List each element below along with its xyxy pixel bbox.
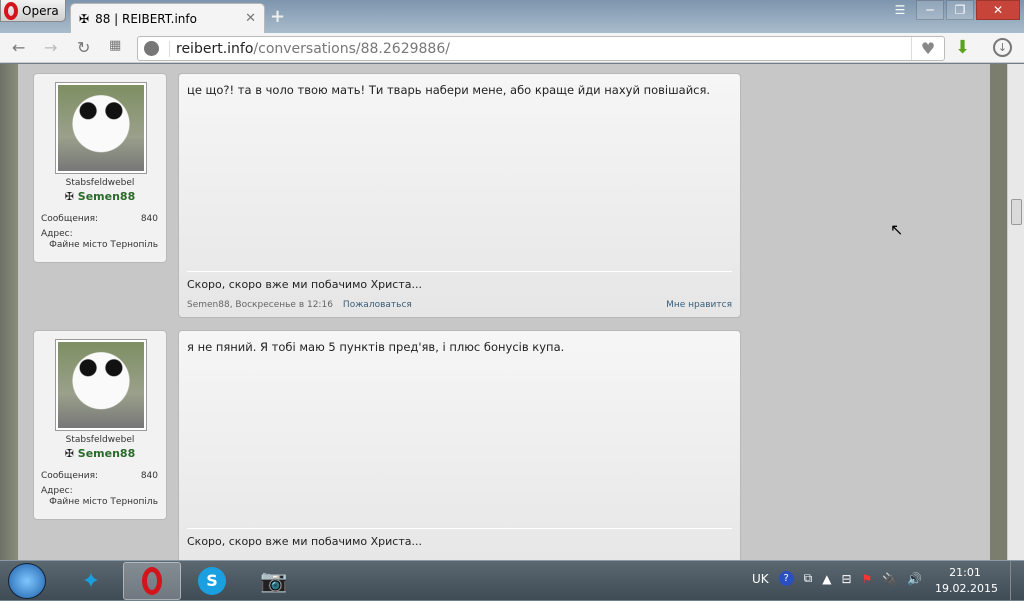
help-icon[interactable]: ? [778,571,794,586]
opera-taskbar-icon[interactable] [123,562,181,600]
download-arrow-icon[interactable]: ⬇ [955,37,970,58]
clock[interactable]: 21:01 19.02.2015 [935,565,998,597]
user-info: Stabsfeldwebel ✠ Semen88 Сообщения: 840 А… [33,73,167,263]
back-button[interactable]: ← [12,38,25,57]
network-icon[interactable]: ⊟ [841,572,851,586]
address-label: Адрес: [41,229,73,239]
taskbar: ✦ S 📷 UK ? ⧉ ▲ ⊟ ⚑ 🔌 🔊 21:01 19.02.2015 [0,560,1024,601]
speed-dial-button[interactable]: ▦ [109,38,121,53]
scrollbar[interactable] [1007,64,1024,560]
minimize-button[interactable]: ─ [916,0,944,20]
action-center-flag-icon[interactable]: ⚑ [862,572,873,586]
telenor-app-icon[interactable]: ✦ [62,562,120,600]
start-button[interactable] [8,563,46,599]
toolbar: ← → ↻ ▦ reibert.info/conversations/88.26… [0,33,1024,63]
user-title: Stabsfeldwebel [65,435,135,445]
like-link[interactable]: Мне нравится [666,300,732,310]
message: це що?! та в чоло твою мать! Ти тварь на… [178,73,741,318]
tab-menu-button[interactable]: ☰ [886,0,914,20]
clock-date: 19.02.2015 [935,582,998,595]
username: Semen88 [77,447,136,460]
show-desktop-button[interactable] [1010,561,1024,601]
address-value: Файне місто Тернопіль [49,240,158,250]
url-host: reibert.info [169,40,253,57]
iron-cross-icon: ✠ [64,447,78,460]
message-text: це що?! та в чоло твою мать! Ти тварь на… [187,83,711,97]
messages-count: 840 [140,471,158,481]
username-link[interactable]: ✠ Semen88 [34,447,166,460]
messages-label: Сообщения: [41,214,99,224]
camera-app-icon[interactable]: 📷 [245,562,303,600]
messages-count: 840 [140,214,158,224]
avatar[interactable] [55,339,147,431]
opera-menu-label: Opera [22,3,59,18]
clock-time: 21:01 [949,566,981,579]
username-link[interactable]: ✠ Semen88 [34,190,166,203]
close-window-button[interactable]: ✕ [976,0,1020,20]
page-content: Stabsfeldwebel ✠ Semen88 Сообщения: 840 А… [0,64,1007,575]
show-hidden-icons[interactable]: ▲ [822,572,831,586]
scrollbar-thumb[interactable] [1011,199,1022,225]
address-value: Файне місто Тернопіль [49,497,158,507]
display-icon[interactable]: ⧉ [804,571,813,586]
address-label: Адрес: [41,486,73,496]
new-tab-button[interactable]: + [270,6,285,27]
opera-menu-button[interactable]: Opera [0,0,66,22]
opera-logo-icon [4,1,18,20]
tab-active[interactable]: ✠ 88 | REIBERT.info ✕ [70,3,265,33]
skype-icon[interactable]: S [183,562,241,600]
messages-label: Сообщения: [41,471,99,481]
bookmark-heart-icon[interactable]: ♥ [911,37,944,60]
iron-cross-icon: ✠ [64,190,78,203]
message-text: я не пяний. Я тобі маю 5 пунктів пред'яв… [187,340,565,354]
url-path: /conversations/88.2629886/ [253,40,450,57]
username: Semen88 [77,190,136,203]
power-icon[interactable]: 🔌 [882,572,897,586]
language-indicator[interactable]: UK [752,572,769,586]
signature: Скоро, скоро вже ми побачимо Христа... [187,271,732,291]
maximize-button[interactable]: ❐ [946,0,974,20]
volume-icon[interactable]: 🔊 [907,572,922,586]
forward-button[interactable]: → [44,38,57,57]
address-bar[interactable]: reibert.info/conversations/88.2629886/ ♥ [137,36,945,61]
message-meta[interactable]: Semen88, Воскресенье в 12:16 [187,300,333,310]
close-tab-icon[interactable]: ✕ [245,11,256,26]
avatar[interactable] [55,82,147,174]
message: я не пяний. Я тобі маю 5 пунктів пред'яв… [178,330,741,575]
report-link[interactable]: Пожаловаться [343,300,412,310]
site-info-icon[interactable] [144,41,159,56]
signature: Скоро, скоро вже ми побачимо Христа... [187,528,732,548]
tab-bar: Opera ✠ 88 | REIBERT.info ✕ + ☰ ─ ❐ ✕ [0,0,1024,33]
downloads-button[interactable]: ↓ [993,38,1012,57]
reload-button[interactable]: ↻ [77,38,90,57]
user-info: Stabsfeldwebel ✠ Semen88 Сообщения: 840 А… [33,330,167,520]
iron-cross-icon: ✠ [79,11,90,26]
user-title: Stabsfeldwebel [65,178,135,188]
tab-title: 88 | REIBERT.info [95,11,197,26]
mouse-cursor-icon: ↖ [890,220,904,239]
